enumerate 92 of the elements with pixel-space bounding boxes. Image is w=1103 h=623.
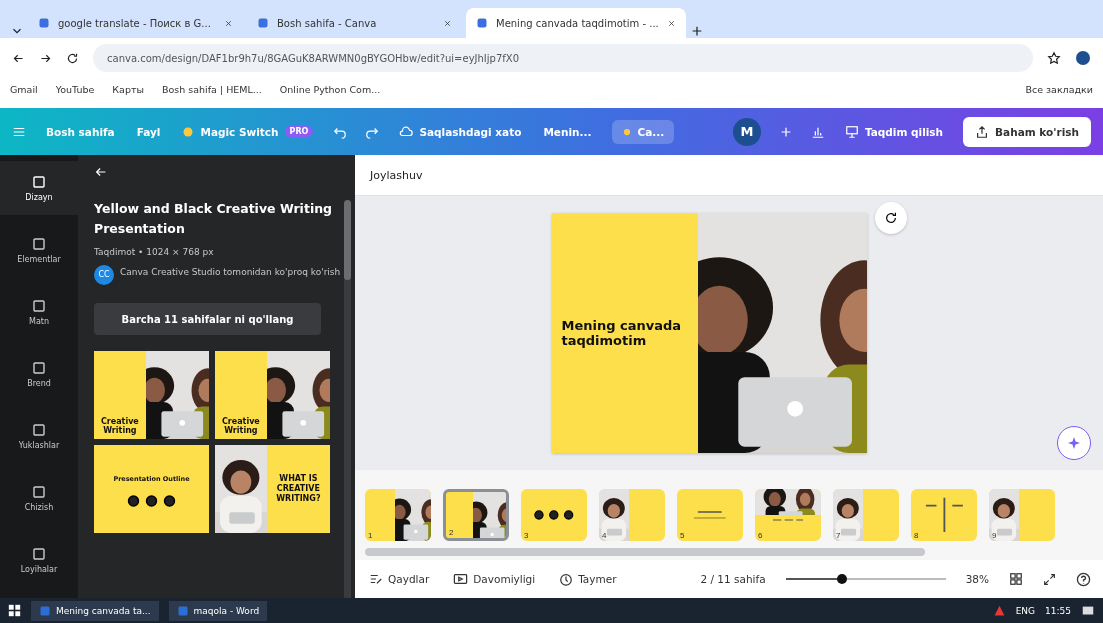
back-arrow-icon[interactable] bbox=[94, 165, 108, 179]
clock[interactable]: 11:55 bbox=[1045, 605, 1071, 616]
presentation-icon bbox=[844, 124, 859, 139]
sidebar-tab[interactable]: Yuklashlar bbox=[0, 409, 78, 463]
apply-all-button[interactable]: Barcha 11 sahifalar ni qo'llang bbox=[94, 303, 321, 335]
tab-favicon-icon bbox=[476, 17, 488, 29]
page-thumbnail[interactable]: 1 bbox=[365, 489, 431, 541]
share-icon bbox=[975, 124, 990, 139]
design-title[interactable]: Menin... bbox=[541, 121, 594, 142]
zoom-reading: 38% bbox=[965, 573, 989, 585]
bookmark[interactable]: Gmail bbox=[10, 83, 38, 95]
page-thumbnail[interactable]: 7 bbox=[833, 489, 899, 541]
save-status[interactable]: Saqlashdagi xato bbox=[397, 120, 524, 143]
magic-switch-button[interactable]: Magic Switch PRO bbox=[180, 121, 316, 142]
zoom-thumb[interactable] bbox=[836, 574, 847, 584]
present-button[interactable]: Taqdim qilish bbox=[842, 120, 946, 143]
all-bookmarks[interactable]: Все закладки bbox=[1025, 83, 1093, 95]
tab-favicon-icon bbox=[38, 17, 50, 29]
timer-icon bbox=[559, 572, 574, 586]
sidebar-icon bbox=[31, 422, 47, 438]
template-thumbnail[interactable]: Creative Writing bbox=[215, 351, 330, 439]
close-icon bbox=[666, 18, 676, 28]
page-counter: 2 / 11 sahifa bbox=[700, 573, 766, 585]
bookmark[interactable]: Online Python Com... bbox=[279, 83, 381, 95]
timer-button[interactable]: Taymer bbox=[557, 570, 619, 588]
taskbar-app[interactable]: maqola - Word bbox=[168, 600, 268, 621]
page-thumbnail[interactable]: 2 bbox=[443, 489, 509, 541]
sidebar-icon bbox=[31, 236, 47, 252]
sidebar-tab[interactable]: Chizish bbox=[0, 471, 78, 525]
template-thumbnail[interactable]: Creative Writing bbox=[94, 351, 209, 439]
share-button[interactable]: Baham ko'rish bbox=[963, 116, 1091, 147]
sidebar-tab[interactable]: Matn bbox=[0, 285, 78, 339]
user-avatar[interactable]: M bbox=[732, 117, 761, 146]
grid-view-icon[interactable] bbox=[1009, 572, 1023, 586]
magic-button[interactable] bbox=[1057, 426, 1091, 460]
section-title: Joylashuv bbox=[370, 168, 423, 182]
sidebar-tab[interactable]: Loyihalar bbox=[0, 533, 78, 587]
sidebar-tab[interactable]: Elementlar bbox=[0, 223, 78, 277]
browser-tab[interactable]: Mening canvada taqdimotim - ... bbox=[466, 8, 686, 38]
app-icon bbox=[39, 604, 51, 617]
address-bar[interactable]: canva.com/design/DAF1br9h7u/8GAGuK8ARWMN0gBYGOHbw/edit?ui=eyJhIjp7fX0 bbox=[93, 44, 1033, 72]
sidebar-tab[interactable]: Dizayn bbox=[0, 161, 78, 215]
page-thumbnail[interactable]: 5 bbox=[677, 489, 743, 541]
cloud-icon bbox=[399, 124, 414, 139]
notes-button[interactable]: Qaydlar bbox=[367, 570, 432, 588]
refresh-icon bbox=[883, 211, 898, 225]
template-heading: Creative Writing bbox=[220, 416, 261, 437]
sidebar-icon bbox=[31, 484, 47, 500]
page-thumbnail[interactable]: 3 bbox=[521, 489, 587, 541]
browser-tab[interactable]: Bosh sahifa - Canva bbox=[247, 8, 462, 38]
page-thumbnail[interactable]: 8 bbox=[911, 489, 977, 541]
close-icon bbox=[224, 18, 233, 28]
sidebar-icon bbox=[31, 298, 47, 314]
bookmark[interactable]: YouTube bbox=[55, 83, 95, 95]
author-avatar: CC bbox=[94, 265, 114, 285]
template-title: Yellow and Black Creative Writing Presentation bbox=[94, 200, 333, 238]
close-icon bbox=[443, 18, 452, 28]
notes-icon bbox=[369, 572, 383, 586]
refresh-button[interactable] bbox=[874, 202, 907, 234]
scrollbar[interactable] bbox=[344, 200, 351, 598]
screen-icon bbox=[453, 572, 469, 586]
author-link[interactable]: Canva Creative Studio tomonidan ko'proq ko'rish bbox=[120, 265, 341, 279]
help-icon[interactable] bbox=[1076, 571, 1091, 587]
taskbar-app[interactable]: Mening canvada ta... bbox=[31, 600, 159, 621]
star-icon[interactable] bbox=[1047, 51, 1061, 65]
warning-icon[interactable] bbox=[992, 604, 1006, 617]
page-thumbnail[interactable]: 6 bbox=[755, 489, 821, 541]
template-heading: WHAT IS CREATIVE WRITING? bbox=[275, 473, 322, 505]
template-meta: Taqdimot • 1024 × 768 px bbox=[94, 247, 215, 257]
sidebar-icon bbox=[31, 174, 47, 190]
sidebar-tab[interactable]: Brend bbox=[0, 347, 78, 401]
page-thumbnail[interactable]: 9 bbox=[989, 489, 1055, 541]
fullscreen-icon[interactable] bbox=[1043, 572, 1056, 586]
sidebar-icon bbox=[31, 546, 47, 562]
page-thumbnail[interactable]: 4 bbox=[599, 489, 665, 541]
reload-icon[interactable] bbox=[66, 51, 79, 65]
template-thumbnail[interactable]: WHAT IS CREATIVE WRITING? bbox=[215, 445, 330, 533]
scrollbar[interactable] bbox=[365, 548, 925, 556]
profile-icon[interactable] bbox=[1075, 50, 1091, 66]
app-icon bbox=[176, 604, 189, 617]
language-indicator[interactable]: ENG bbox=[1015, 605, 1036, 616]
bookmark[interactable]: Bosh sahifa | HEML... bbox=[162, 83, 262, 95]
tab-favicon-icon bbox=[257, 17, 269, 29]
windows-icon[interactable] bbox=[8, 604, 21, 617]
bookmark[interactable]: Карты bbox=[112, 83, 144, 95]
pro-badge: PRO bbox=[284, 126, 314, 137]
sidebar-icon bbox=[31, 360, 47, 376]
dots-drawing bbox=[534, 509, 574, 521]
slide-title: Mening canvada taqdimotim bbox=[561, 318, 683, 348]
browser-tab[interactable]: google translate - Поиск в G... bbox=[28, 8, 243, 38]
template-heading: Creative Writing bbox=[99, 416, 140, 437]
duration-button[interactable]: Davomiyligi bbox=[451, 570, 538, 588]
